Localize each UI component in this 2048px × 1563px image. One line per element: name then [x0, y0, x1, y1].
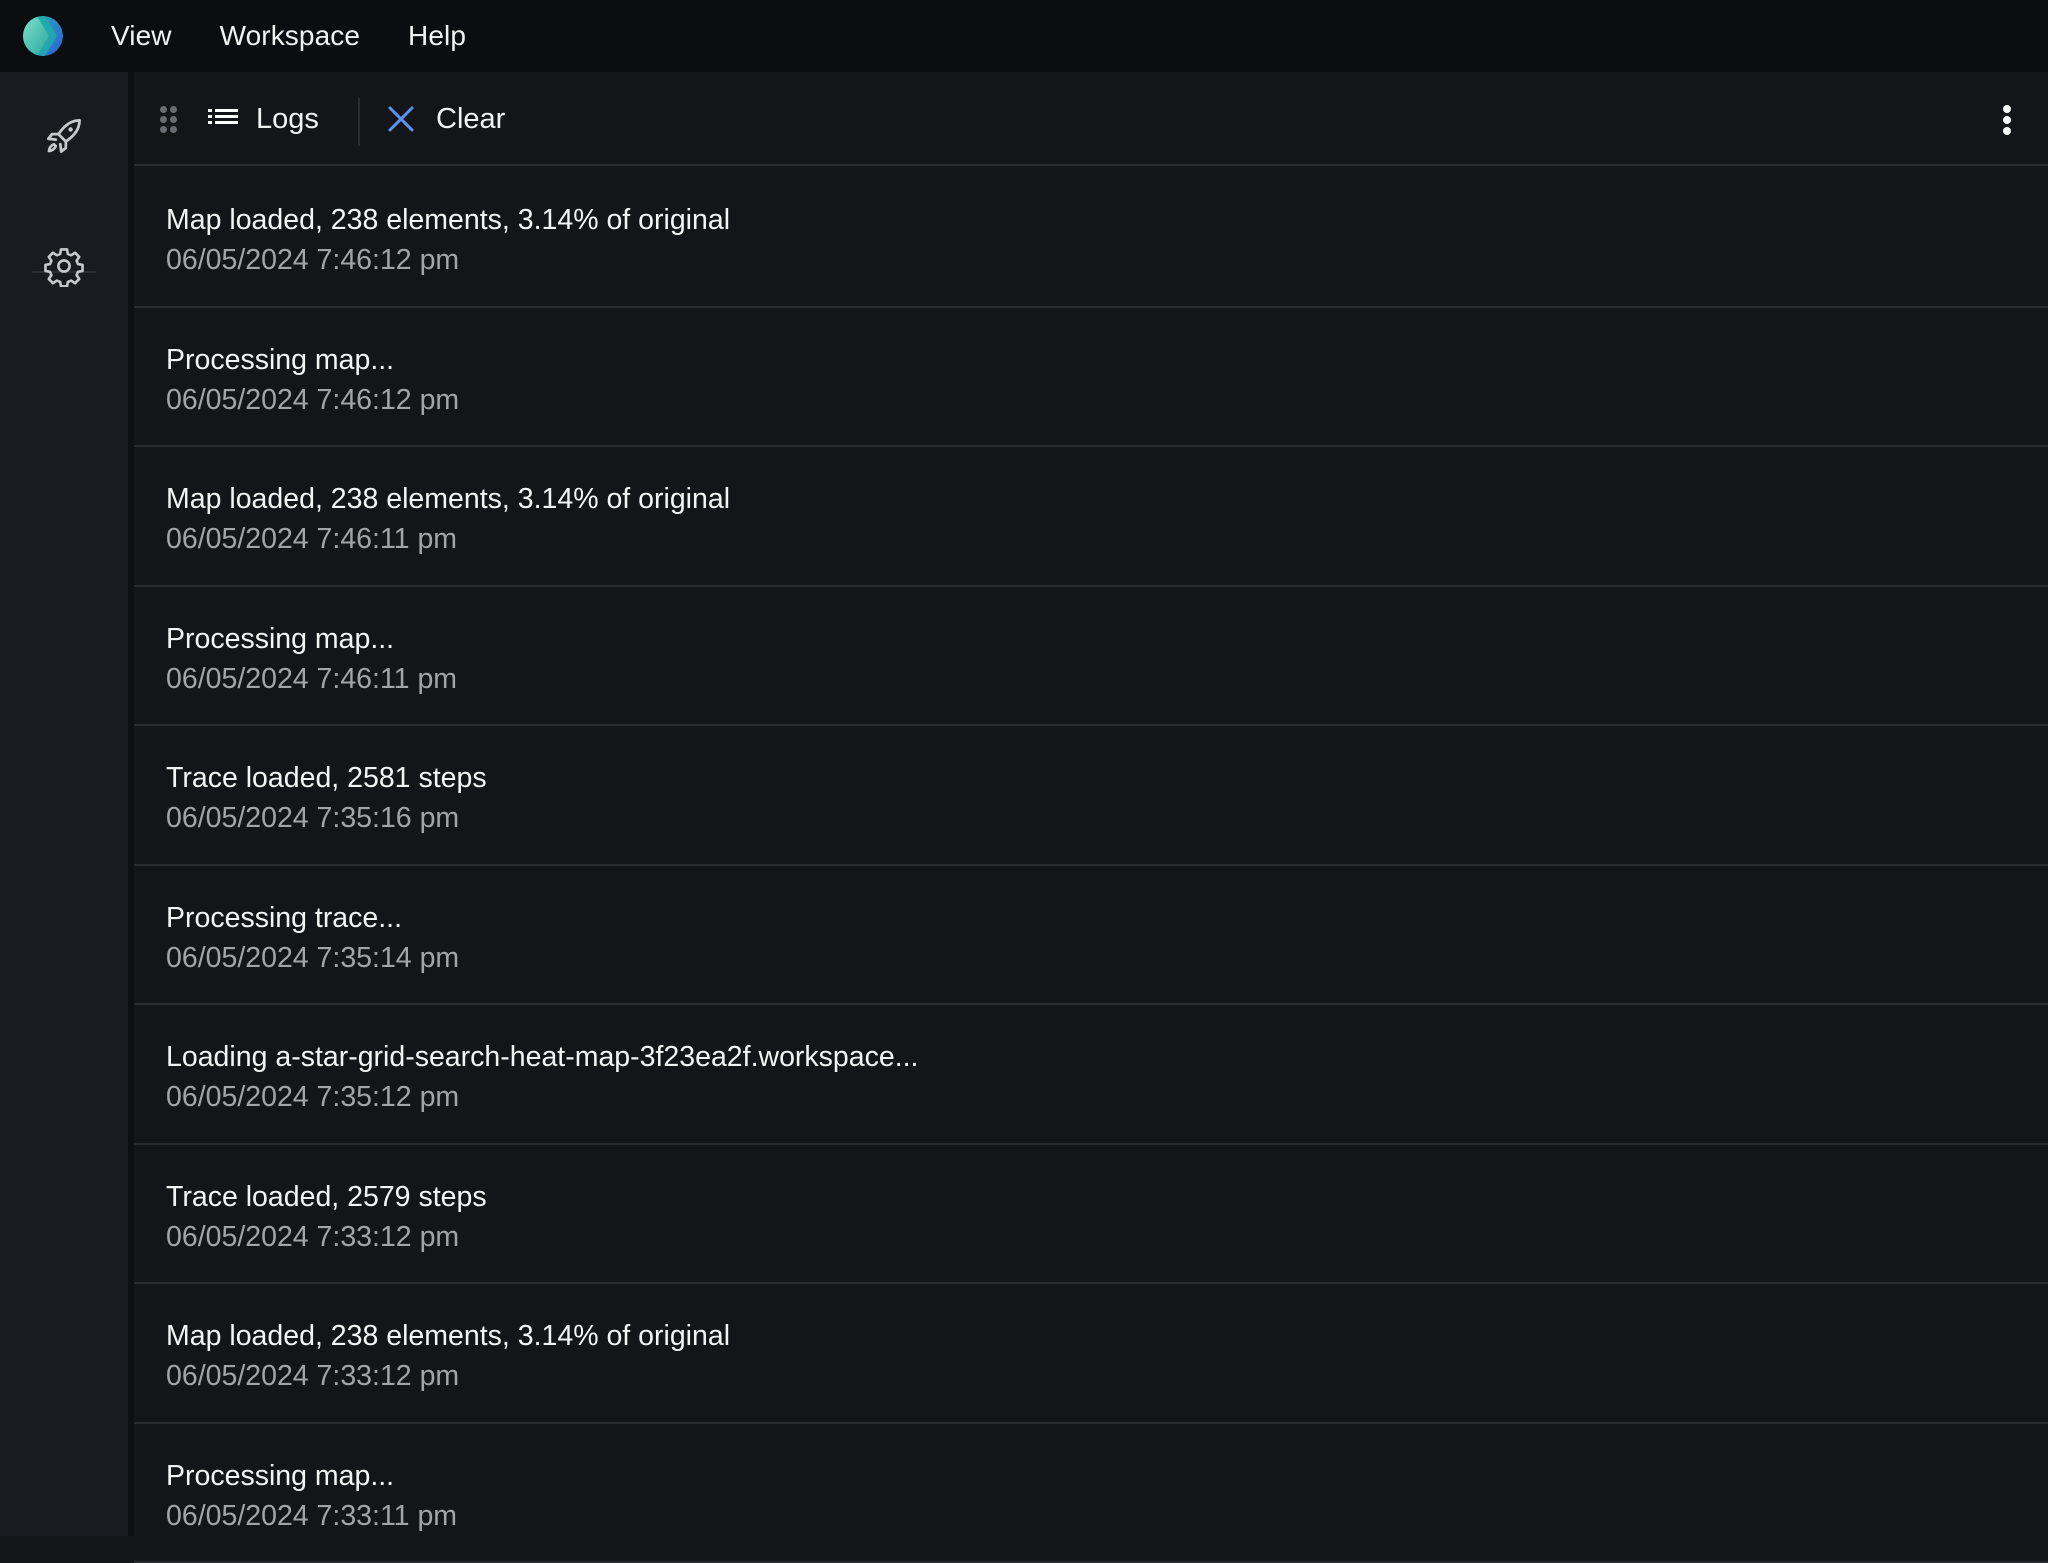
log-entry: Processing map... 06/05/2024 7:46:11 pm [134, 587, 2048, 727]
log-timestamp: 06/05/2024 7:46:12 pm [166, 380, 2048, 420]
log-list: Map loaded, 238 elements, 3.14% of origi… [134, 168, 2048, 1563]
log-timestamp: 06/05/2024 7:35:12 pm [166, 1077, 2048, 1117]
log-timestamp: 06/05/2024 7:46:12 pm [166, 240, 2048, 280]
list-icon [208, 108, 238, 130]
log-timestamp: 06/05/2024 7:35:16 pm [166, 798, 2048, 838]
log-timestamp: 06/05/2024 7:33:11 pm [166, 1496, 2048, 1536]
panel-toolbar: Logs Clear [134, 72, 2048, 166]
log-timestamp: 06/05/2024 7:35:14 pm [166, 938, 2048, 978]
gear-icon [43, 245, 85, 287]
tab-logs-label: Logs [256, 103, 319, 136]
log-message: Loading a-star-grid-search-heat-map-3f23… [166, 1037, 2048, 1077]
log-message: Processing map... [166, 340, 2048, 380]
app-logo-icon[interactable] [23, 16, 63, 56]
log-entry: Map loaded, 238 elements, 3.14% of origi… [134, 1284, 2048, 1424]
menu-workspace[interactable]: Workspace [220, 0, 360, 72]
rocket-icon [42, 114, 86, 158]
log-entry: Processing trace... 06/05/2024 7:35:14 p… [134, 866, 2048, 1006]
more-vertical-icon[interactable] [1992, 100, 2022, 140]
drag-handle-icon[interactable] [160, 106, 178, 134]
log-timestamp: 06/05/2024 7:46:11 pm [166, 519, 2048, 559]
log-entry: Trace loaded, 2579 steps 06/05/2024 7:33… [134, 1145, 2048, 1285]
sidebar-item-run[interactable] [34, 106, 94, 166]
log-message: Trace loaded, 2581 steps [166, 758, 2048, 798]
sidebar [0, 72, 128, 1536]
log-timestamp: 06/05/2024 7:46:11 pm [166, 659, 2048, 699]
log-timestamp: 06/05/2024 7:33:12 pm [166, 1217, 2048, 1257]
logs-panel: Logs Clear Map loaded, 238 elements, 3.1… [134, 72, 2048, 1536]
log-message: Processing trace... [166, 898, 2048, 938]
sidebar-item-settings[interactable] [34, 236, 94, 296]
log-entry: Processing map... 06/05/2024 7:46:12 pm [134, 308, 2048, 448]
log-message: Map loaded, 238 elements, 3.14% of origi… [166, 1316, 2048, 1356]
log-message: Map loaded, 238 elements, 3.14% of origi… [166, 479, 2048, 519]
clear-button-label: Clear [436, 103, 505, 136]
menu-view[interactable]: View [111, 0, 172, 72]
log-timestamp: 06/05/2024 7:33:12 pm [166, 1356, 2048, 1396]
log-message: Trace loaded, 2579 steps [166, 1177, 2048, 1217]
log-message: Map loaded, 238 elements, 3.14% of origi… [166, 200, 2048, 240]
log-entry: Processing map... 06/05/2024 7:33:11 pm [134, 1424, 2048, 1563]
log-message: Processing map... [166, 619, 2048, 659]
clear-button[interactable]: Clear [388, 72, 505, 166]
log-entry: Map loaded, 238 elements, 3.14% of origi… [134, 168, 2048, 308]
menu-help[interactable]: Help [408, 0, 466, 72]
menu-bar: View Workspace Help [111, 0, 514, 72]
log-entry: Loading a-star-grid-search-heat-map-3f23… [134, 1005, 2048, 1145]
log-entry: Map loaded, 238 elements, 3.14% of origi… [134, 447, 2048, 587]
log-entry: Trace loaded, 2581 steps 06/05/2024 7:35… [134, 726, 2048, 866]
toolbar-divider [358, 98, 360, 146]
log-message: Processing map... [166, 1456, 2048, 1496]
app-bar: View Workspace Help [0, 0, 2048, 72]
close-icon [388, 106, 414, 132]
tab-logs[interactable]: Logs [208, 72, 319, 166]
